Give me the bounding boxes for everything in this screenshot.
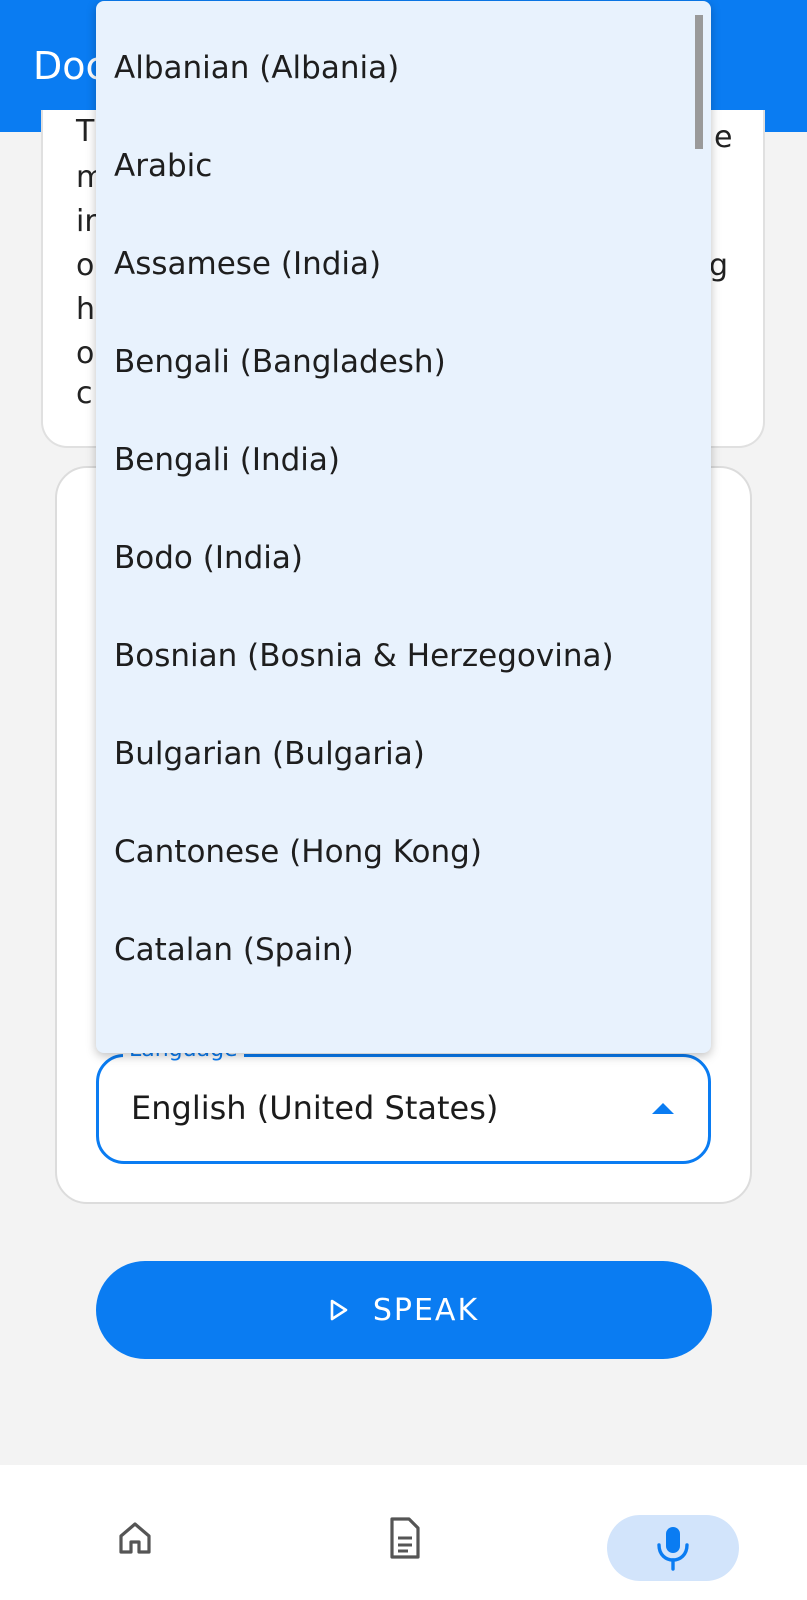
text-line-fragment: o [76, 336, 95, 371]
caret-up-icon[interactable] [652, 1103, 674, 1114]
text-line-fragment: e [714, 120, 733, 155]
dropdown-item[interactable]: Bulgarian (Bulgaria) [96, 705, 711, 803]
dropdown-item[interactable]: Bosnian (Bosnia & Herzegovina) [96, 607, 711, 705]
dropdown-item[interactable]: Cantonese (Hong Kong) [96, 803, 711, 901]
nav-item-home[interactable] [105, 1513, 165, 1563]
dropdown-item[interactable]: Bengali (Bangladesh) [96, 313, 711, 411]
dropdown-item[interactable]: Bengali (India) [96, 411, 711, 509]
language-value: English (United States) [131, 1089, 499, 1127]
dropdown-item[interactable]: Catalan (Spain) [96, 901, 711, 999]
dropdown-item[interactable]: Bodo (India) [96, 509, 711, 607]
speak-label: SPEAK [372, 1292, 480, 1328]
language-dropdown-menu[interactable]: Albanian (Albania) Arabic Assamese (Indi… [96, 1, 711, 1053]
text-line-fragment: T [76, 114, 95, 149]
bottom-navigation [0, 1465, 807, 1600]
microphone-icon [657, 1527, 689, 1571]
text-line-fragment: h [76, 292, 96, 327]
text-line-fragment: g [709, 248, 729, 283]
nav-item-document[interactable] [374, 1513, 434, 1563]
speak-button[interactable]: SPEAK [96, 1261, 712, 1359]
text-line-fragment: c [76, 376, 93, 411]
language-select[interactable]: Language English (United States) [96, 1037, 711, 1164]
text-line-fragment: o [76, 248, 95, 283]
text-line-fragment: ir [76, 204, 97, 239]
play-icon [330, 1299, 348, 1321]
document-icon [390, 1517, 420, 1559]
dropdown-item[interactable]: Arabic [96, 117, 711, 215]
nav-item-microphone[interactable] [643, 1523, 703, 1573]
home-icon [119, 1522, 151, 1554]
dropdown-scrollbar[interactable] [695, 15, 703, 149]
dropdown-item[interactable]: Assamese (India) [96, 215, 711, 313]
dropdown-item[interactable]: Albanian (Albania) [96, 19, 711, 117]
app-title: Doc [33, 44, 103, 88]
